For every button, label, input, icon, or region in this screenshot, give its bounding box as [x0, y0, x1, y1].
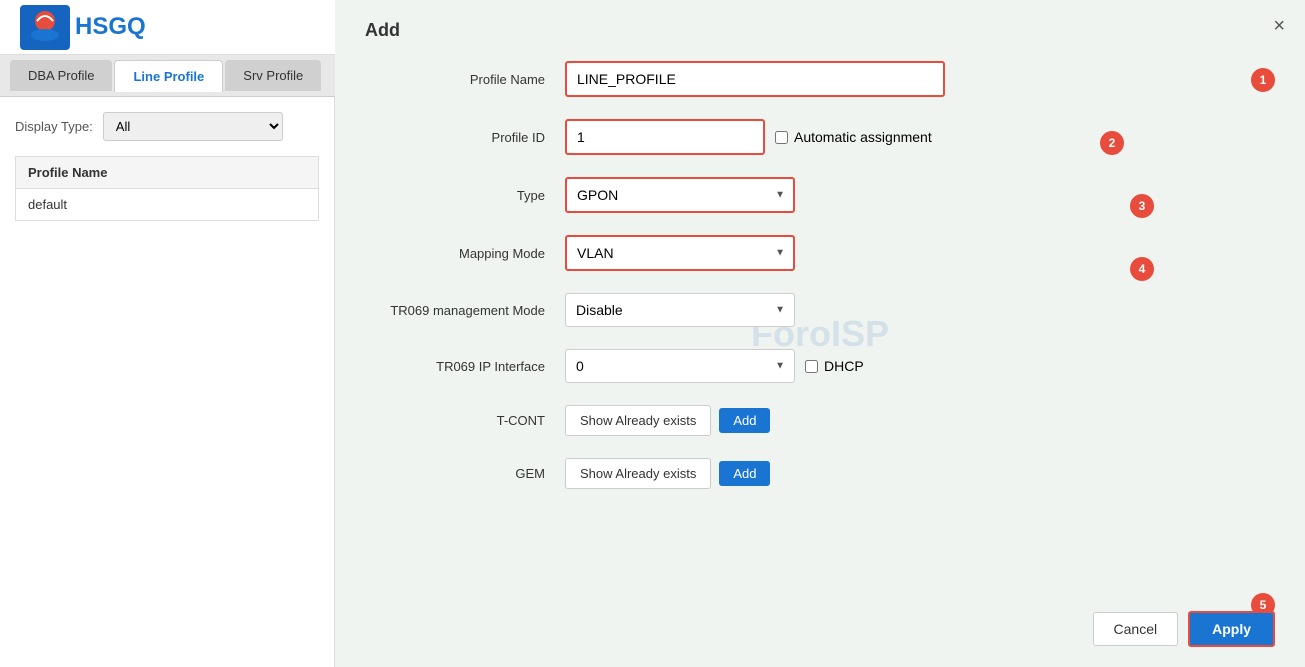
cancel-button[interactable]: Cancel [1093, 612, 1179, 646]
mapping-mode-label: Mapping Mode [365, 246, 565, 261]
tr069-mode-select-wrapper: Disable Enable [565, 293, 795, 327]
profile-id-input[interactable] [565, 119, 765, 155]
tr069-ip-select-wrapper: 0 [565, 349, 795, 383]
modal-close-button[interactable]: × [1273, 15, 1285, 38]
type-select-wrapper: GPON EPON XGS-PON [565, 177, 795, 213]
tab-line-profile[interactable]: Line Profile [114, 60, 223, 92]
tab-dba-profile[interactable]: DBA Profile [10, 60, 112, 91]
profile-name-label: Profile Name [365, 72, 565, 87]
dhcp-label: DHCP [824, 358, 864, 374]
display-type-select[interactable]: All [103, 112, 283, 141]
brand-text: HSGQ [75, 13, 146, 41]
dhcp-checkbox[interactable] [805, 360, 818, 373]
tcont-label: T-CONT [365, 413, 565, 428]
modal-dialog: Add × ForoISP 1 Profile Name 2 Profile I… [335, 0, 1305, 667]
tcont-row: T-CONT Show Already exists Add [365, 405, 1275, 436]
logo-icon [20, 5, 70, 50]
badge-4: 4 [1130, 257, 1154, 281]
filter-row: Display Type: All [15, 112, 319, 141]
sidebar: Display Type: All Profile Name default [0, 97, 335, 667]
type-label: Type [365, 188, 565, 203]
badge-3: 3 [1130, 194, 1154, 218]
tcont-show-exists-button[interactable]: Show Already exists [565, 405, 711, 436]
tr069-ip-row: TR069 IP Interface 0 DHCP [365, 349, 1275, 383]
apply-button[interactable]: Apply [1188, 611, 1275, 647]
auto-assign-row: Automatic assignment [775, 129, 932, 145]
profile-id-row: Profile ID Automatic assignment [365, 119, 1275, 155]
navbar-left: HSGQ [20, 5, 146, 50]
gem-add-button[interactable]: Add [719, 461, 770, 486]
profile-id-label: Profile ID [365, 130, 565, 145]
tab-srv-profile[interactable]: Srv Profile [225, 60, 321, 91]
profile-name-input[interactable] [565, 61, 945, 97]
badge-2: 2 [1100, 131, 1124, 155]
mapping-mode-select-wrapper: VLAN GEM TCI [565, 235, 795, 271]
auto-assign-label: Automatic assignment [794, 129, 932, 145]
gem-row: GEM Show Already exists Add [365, 458, 1275, 489]
gem-label: GEM [365, 466, 565, 481]
tr069-ip-label: TR069 IP Interface [365, 359, 565, 374]
modal-title: Add [365, 20, 1275, 41]
tcont-add-button[interactable]: Add [719, 408, 770, 433]
sidebar-row-default[interactable]: default [15, 189, 319, 221]
type-select[interactable]: GPON EPON XGS-PON [565, 177, 795, 213]
tr069-ip-select[interactable]: 0 [565, 349, 795, 383]
modal-footer: Cancel Apply [1093, 611, 1275, 647]
tr069-mode-label: TR069 management Mode [365, 303, 565, 318]
filter-label: Display Type: [15, 119, 93, 134]
dhcp-row: DHCP [805, 358, 864, 374]
auto-assign-checkbox[interactable] [775, 131, 788, 144]
mapping-mode-select[interactable]: VLAN GEM TCI [565, 235, 795, 271]
badge-1: 1 [1251, 68, 1275, 92]
logo: HSGQ [20, 5, 146, 50]
sidebar-table-header: Profile Name [15, 156, 319, 189]
tr069-mode-row: TR069 management Mode Disable Enable [365, 293, 1275, 327]
tr069-mode-select[interactable]: Disable Enable [565, 293, 795, 327]
gem-show-exists-button[interactable]: Show Already exists [565, 458, 711, 489]
profile-name-row: Profile Name [365, 61, 1275, 97]
